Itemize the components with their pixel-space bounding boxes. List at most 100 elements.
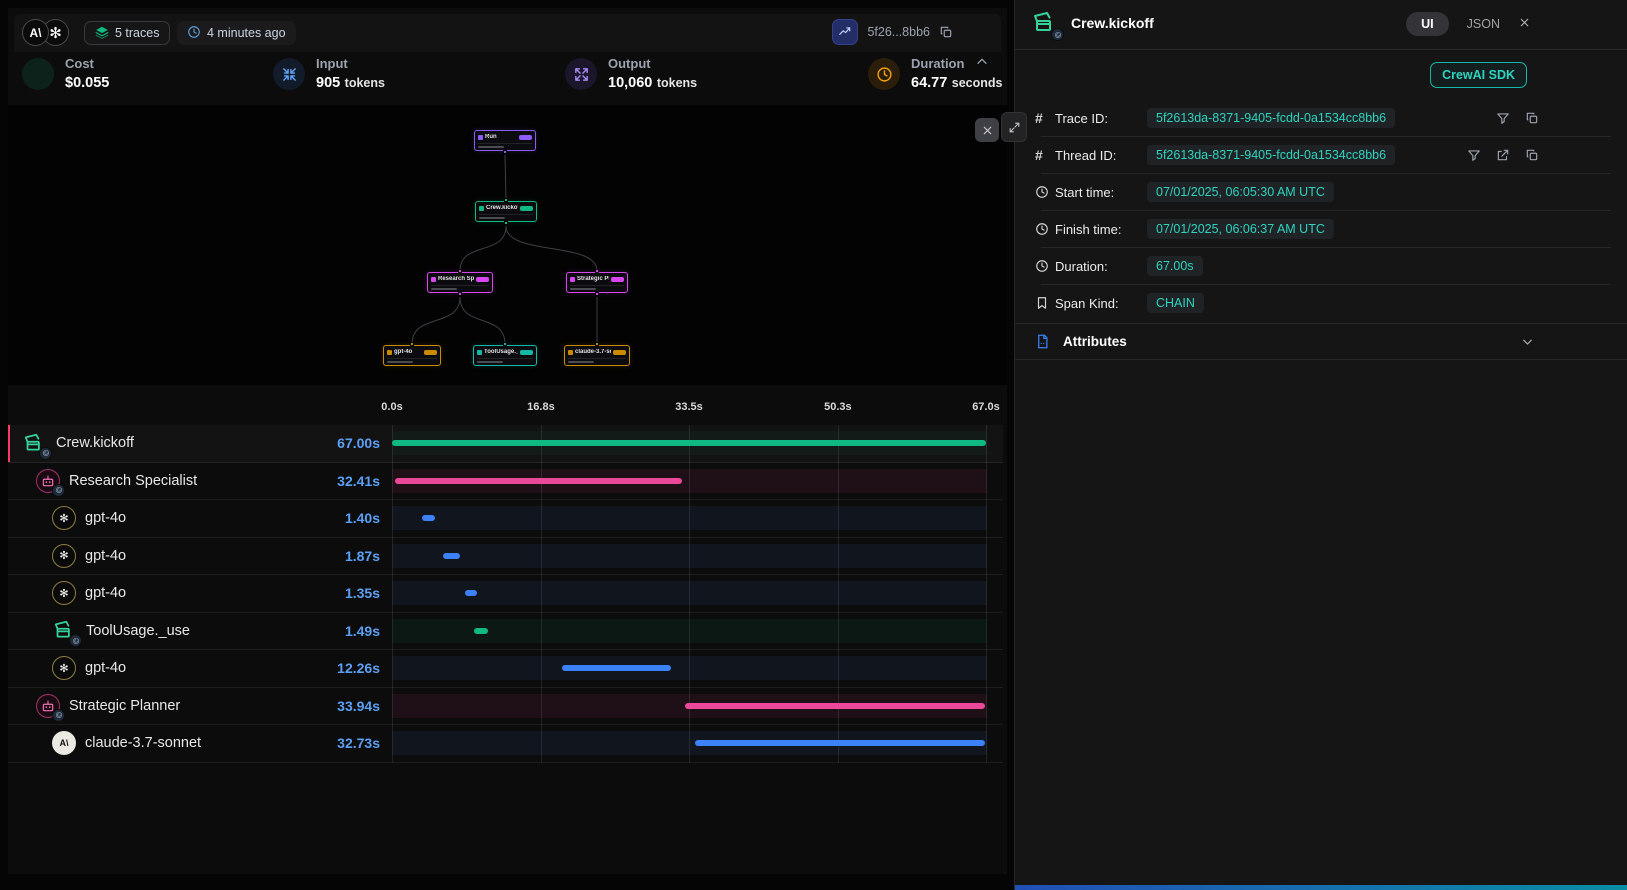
collapse-stats-button[interactable]	[971, 52, 993, 74]
graph-node-gpt[interactable]: gpt-4o	[383, 345, 441, 366]
clock-icon	[187, 25, 201, 42]
node-subline	[568, 358, 626, 363]
duration-bar[interactable]	[474, 628, 487, 634]
chevron-down-icon	[1520, 334, 1535, 349]
openai-icon: ✻	[52, 656, 76, 680]
span-bar-track	[392, 650, 995, 687]
hash-icon: #	[1035, 147, 1055, 163]
clock-icon	[1035, 259, 1055, 273]
axis-tick-label: 0.0s	[381, 401, 402, 413]
field-start-time: Start time:07/01/2025, 06:05:30 AM UTC	[1015, 174, 1627, 210]
field-value[interactable]: 07/01/2025, 06:06:37 AM UTC	[1147, 219, 1334, 239]
row-tint	[392, 656, 987, 680]
stat-input: Input905 tokens	[273, 56, 385, 92]
field-duration: Duration:67.00s	[1015, 248, 1627, 284]
node-connector-dot	[503, 342, 507, 346]
attributes-section-header[interactable]: Attributes	[1015, 323, 1627, 360]
stat-value: $0.055	[65, 75, 109, 91]
stat-label: Cost	[65, 56, 109, 71]
openai-icon: ✻	[52, 544, 76, 568]
field-value[interactable]: CHAIN	[1147, 293, 1204, 313]
field-value[interactable]: 67.00s	[1147, 256, 1203, 276]
close-panel-icon[interactable]	[1518, 16, 1531, 33]
span-row-strategic-planner[interactable]: Strategic Planner 33.94s	[8, 688, 1003, 726]
dollar-icon	[22, 58, 54, 90]
span-row-crew-kickoff[interactable]: Crew.kickoff67.00s	[8, 425, 1003, 463]
duration-bar[interactable]	[562, 665, 671, 671]
duration-bar[interactable]	[392, 440, 986, 446]
span-bar-track	[392, 688, 995, 725]
sdk-mini-badge-icon	[1051, 28, 1064, 41]
field-label: Thread ID:	[1055, 148, 1143, 163]
file-icon	[1035, 334, 1055, 349]
field-value[interactable]: 07/01/2025, 06:05:30 AM UTC	[1147, 182, 1334, 202]
stat-output: Output10,060 tokens	[565, 56, 697, 92]
span-row-claude-3-7-sonnet[interactable]: A\claude-3.7-sonnet32.73s	[8, 725, 1003, 763]
node-subline	[570, 285, 624, 290]
model-avatars[interactable]: A\ ✻	[22, 19, 69, 46]
node-icon	[477, 350, 482, 355]
duration-bar[interactable]	[465, 590, 477, 596]
last-updated-label: 4 minutes ago	[207, 26, 286, 40]
span-duration: 32.73s	[337, 735, 392, 751]
graph-node-claude[interactable]: claude-3.7-sonnet	[564, 345, 630, 366]
duration-bar[interactable]	[695, 740, 985, 746]
node-status-pill	[520, 206, 533, 211]
span-name: Research Specialist	[69, 473, 328, 489]
tab-ui[interactable]: UI	[1406, 12, 1449, 36]
row-tint	[392, 506, 987, 530]
filter-icon[interactable]	[1496, 111, 1510, 125]
node-subline	[477, 358, 533, 363]
span-name: Crew.kickoff	[56, 435, 328, 451]
graph-node-run[interactable]: Run	[474, 130, 536, 151]
span-row-gpt-4o[interactable]: ✻gpt-4o1.87s	[8, 538, 1003, 576]
duration-bar[interactable]	[395, 478, 682, 484]
node-status-pill	[424, 350, 437, 355]
graph-node-crew[interactable]: Crew.kickoff	[475, 201, 537, 222]
filter-icon[interactable]	[1467, 148, 1481, 162]
span-name: ToolUsage._use	[86, 623, 336, 639]
expand-panel-button[interactable]	[1001, 112, 1027, 142]
agent-robot-icon	[36, 694, 60, 718]
field-value[interactable]: 5f2613da-8371-9405-fcdd-0a1534cc8bb6	[1147, 108, 1395, 128]
span-duration: 33.94s	[337, 698, 392, 714]
node-label: Strategic Planner	[577, 276, 609, 282]
copy-trace-id-icon[interactable]	[939, 25, 953, 39]
span-name: gpt-4o	[85, 660, 328, 676]
graph-node-strategic[interactable]: Strategic Planner	[566, 272, 628, 293]
span-row-gpt-4o[interactable]: ✻gpt-4o1.40s	[8, 500, 1003, 538]
field-value[interactable]: 5f2613da-8371-9405-fcdd-0a1534cc8bb6	[1147, 145, 1395, 165]
span-row-gpt-4o[interactable]: ✻ gpt-4o 12.26s	[8, 650, 1003, 688]
graph-node-research[interactable]: Research Speciali...	[427, 272, 493, 293]
tab-json[interactable]: JSON	[1467, 17, 1500, 31]
axis-tick-label: 16.8s	[527, 401, 555, 413]
attributes-label: Attributes	[1063, 334, 1127, 349]
duration-bar[interactable]	[422, 515, 434, 521]
close-graph-button[interactable]	[975, 118, 999, 142]
span-duration: 1.49s	[345, 623, 392, 639]
span-bar-track	[392, 500, 995, 537]
copy-icon[interactable]	[1525, 111, 1539, 125]
external-icon[interactable]	[1496, 148, 1510, 162]
sdk-mini-badge-icon	[39, 447, 52, 460]
copy-icon[interactable]	[1525, 148, 1539, 162]
stat-label: Input	[316, 56, 385, 71]
duration-bar[interactable]	[443, 553, 460, 559]
span-name: Strategic Planner	[69, 698, 328, 714]
node-subline	[478, 143, 532, 148]
trace-stats-row: Cost$0.055 Input905 tokensOutput10,060 t…	[8, 52, 1007, 106]
duration-bar[interactable]	[685, 703, 986, 709]
arrows-in-icon	[273, 58, 305, 90]
graph-node-tool[interactable]: ToolUsage._use	[473, 345, 537, 366]
span-row-toolusage-use[interactable]: ToolUsage._use 1.49s	[8, 613, 1003, 651]
trace-graph: Run Crew.kickoff Research Speciali... Strat…	[8, 105, 1007, 385]
crew-icon	[22, 431, 47, 456]
span-row-research-specialist[interactable]: Research Specialist32.41s	[8, 463, 1003, 501]
trend-chart-button[interactable]	[832, 19, 858, 45]
span-duration: 12.26s	[337, 660, 392, 676]
span-row-gpt-4o[interactable]: ✻gpt-4o1.35s	[8, 575, 1003, 613]
span-bar-track	[392, 575, 995, 612]
stat-value: 905	[316, 75, 340, 91]
traces-count-badge[interactable]: 5 traces	[84, 21, 170, 45]
span-detail-header: Crew.kickoff UI JSON	[1015, 0, 1627, 50]
